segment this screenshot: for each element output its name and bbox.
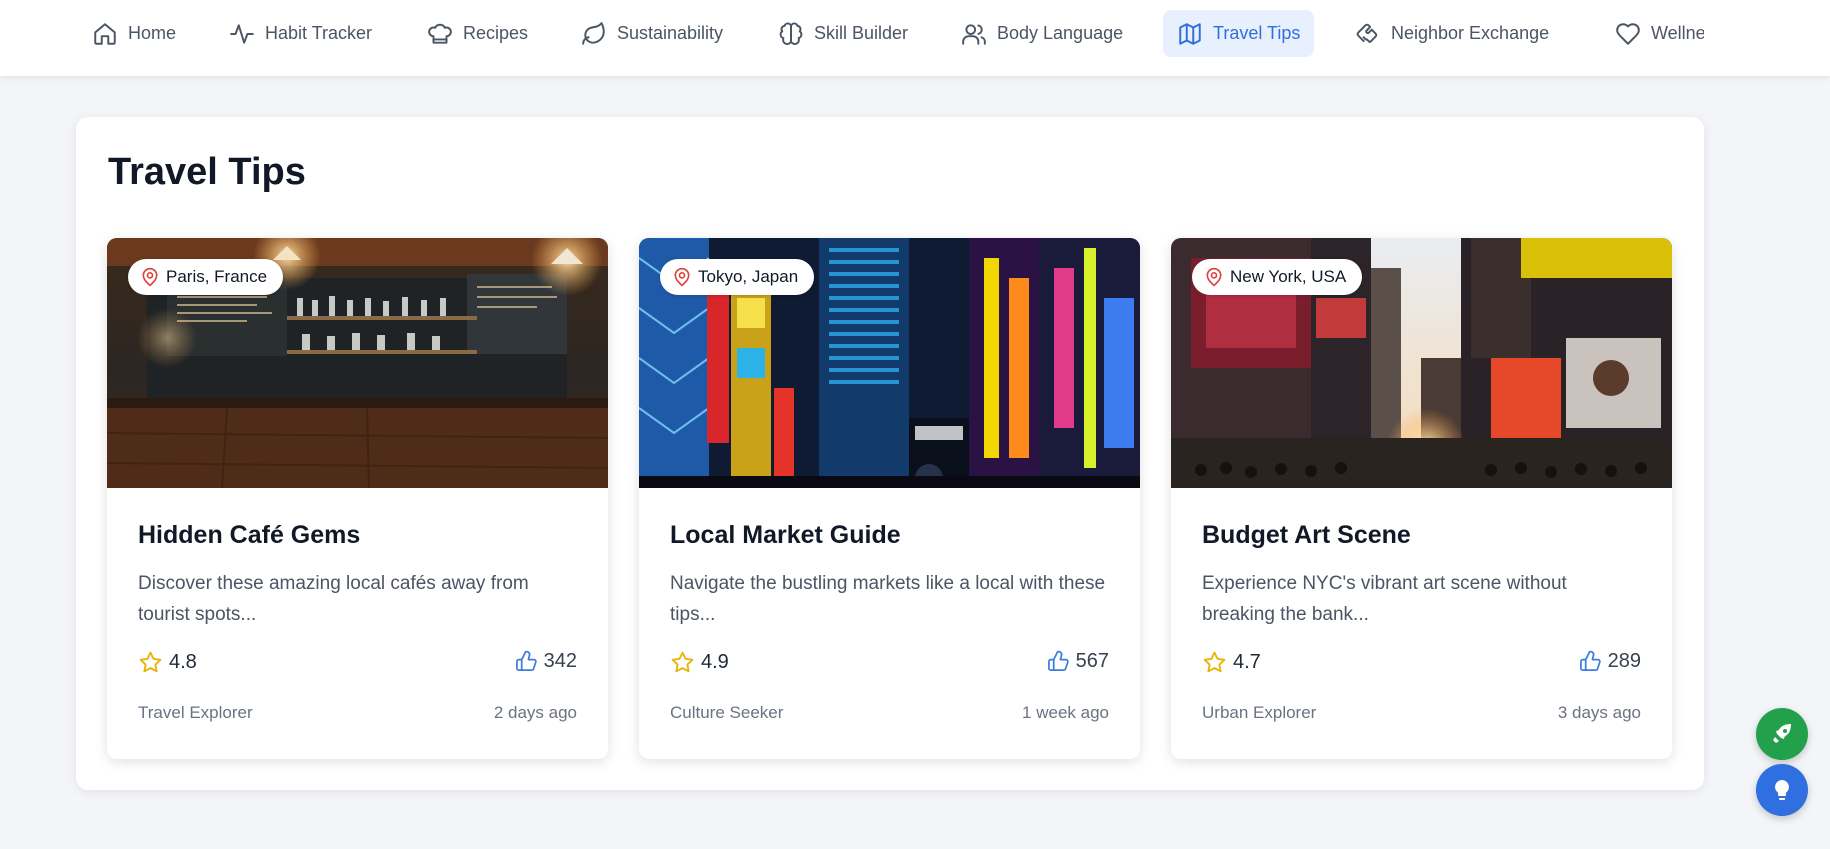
handshake-icon	[1356, 23, 1378, 43]
nav-item-label: Skill Builder	[814, 23, 909, 43]
like-button[interactable]: 342	[515, 650, 577, 673]
post-time: 1 week ago	[1022, 703, 1109, 722]
chef-hat-icon	[428, 23, 452, 44]
map-pin-icon	[674, 267, 690, 287]
thumbs-up-icon	[515, 650, 537, 671]
star-icon	[139, 651, 162, 673]
nav-item-travel-tips[interactable]: Travel Tips	[1163, 10, 1315, 57]
tip-card[interactable]: Paris, France Hidden Café Gems Discover …	[107, 238, 608, 759]
thumbs-up-icon	[1047, 650, 1069, 671]
lightbulb-icon	[1775, 780, 1789, 800]
nav-item-sustainability[interactable]: Sustainability	[567, 10, 737, 57]
card-description: Navigate the bustling markets like a loc…	[670, 573, 1106, 625]
nav-item-wellness[interactable]: Wellness	[1601, 10, 1704, 57]
tokyo-photo: Tokyo, Japan	[639, 238, 1140, 488]
like-count: 289	[1607, 650, 1641, 672]
location-label: Tokyo, Japan	[698, 267, 799, 286]
author-name: Culture Seeker	[670, 703, 784, 722]
rocket-fab-button[interactable]	[1756, 708, 1808, 760]
card-description: Discover these amazing local cafés away …	[138, 573, 529, 625]
users-icon	[962, 23, 986, 45]
nav-item-body-language[interactable]: Body Language	[947, 10, 1137, 57]
star-icon	[1203, 651, 1226, 673]
leaf-icon	[582, 21, 605, 45]
travel-tips-panel: Travel Tips Paris, France Hidden Café Ge…	[76, 117, 1704, 790]
location-label: New York, USA	[1230, 267, 1347, 286]
nav-item-label: Recipes	[463, 23, 529, 43]
like-button[interactable]: 289	[1579, 650, 1641, 673]
activity-icon	[230, 23, 254, 44]
nav-item-home[interactable]: Home	[78, 10, 190, 57]
lightbulb-fab-button[interactable]	[1756, 764, 1808, 816]
like-button[interactable]: 567	[1047, 650, 1109, 673]
thumbs-up-icon	[1579, 650, 1601, 671]
cafe-photo: Paris, France	[107, 238, 608, 488]
nav-item-label: Travel Tips	[1213, 23, 1301, 43]
nav-item-recipes[interactable]: Recipes	[413, 10, 542, 57]
brain-icon	[779, 21, 803, 45]
location-badge: New York, USA	[1192, 259, 1363, 295]
card-title: Budget Art Scene	[1202, 521, 1411, 549]
map-icon	[1179, 22, 1201, 45]
heart-icon	[1616, 22, 1640, 45]
rating: 4.9	[670, 650, 729, 675]
like-count: 342	[543, 650, 577, 672]
nav-item-label: Habit Tracker	[265, 23, 373, 43]
map-pin-icon	[1206, 267, 1222, 287]
tip-card[interactable]: Tokyo, Japan Local Market Guide Navigate…	[639, 238, 1140, 759]
like-count: 567	[1075, 650, 1109, 672]
new-york-photo: New York, USA	[1171, 238, 1672, 488]
nav-item-habit-tracker[interactable]: Habit Tracker	[215, 10, 386, 57]
page-title: Travel Tips	[108, 151, 306, 193]
star-icon	[671, 651, 694, 673]
author-name: Urban Explorer	[1202, 703, 1317, 722]
rating-value: 4.8	[169, 651, 197, 673]
location-badge: Paris, France	[128, 259, 284, 295]
rating: 4.8	[138, 650, 197, 675]
home-icon	[94, 22, 116, 45]
location-badge: Tokyo, Japan	[660, 259, 815, 295]
card-title: Local Market Guide	[670, 521, 901, 549]
tip-card[interactable]: New York, USA Budget Art Scene Experienc…	[1171, 238, 1672, 759]
nav-item-skill-builder[interactable]: Skill Builder	[764, 10, 922, 57]
nav-item-label: Neighbor Exchange	[1391, 23, 1550, 43]
nav-item-label: Body Language	[997, 23, 1124, 43]
map-pin-icon	[142, 267, 158, 287]
nav-item-label: Wellness	[1651, 23, 1704, 43]
nav-item-neighbor-exchange[interactable]: Neighbor Exchange	[1341, 10, 1563, 57]
rating-value: 4.9	[701, 651, 729, 673]
card-title: Hidden Café Gems	[138, 521, 361, 549]
post-time: 3 days ago	[1557, 703, 1641, 722]
post-time: 2 days ago	[493, 703, 577, 722]
author-name: Travel Explorer	[138, 703, 253, 722]
rocket-icon	[1773, 724, 1791, 743]
top-nav: Home Habit Tracker Recipes Sustainabilit…	[0, 0, 1830, 76]
nav-item-label: Home	[128, 23, 177, 43]
nav-item-label: Sustainability	[617, 23, 724, 43]
rating-value: 4.7	[1233, 651, 1261, 673]
location-label: Paris, France	[166, 267, 268, 286]
nav-items: Home Habit Tracker Recipes Sustainabilit…	[0, 0, 1704, 76]
card-description: Experience NYC's vibrant art scene witho…	[1202, 573, 1567, 625]
rating: 4.7	[1202, 650, 1261, 675]
